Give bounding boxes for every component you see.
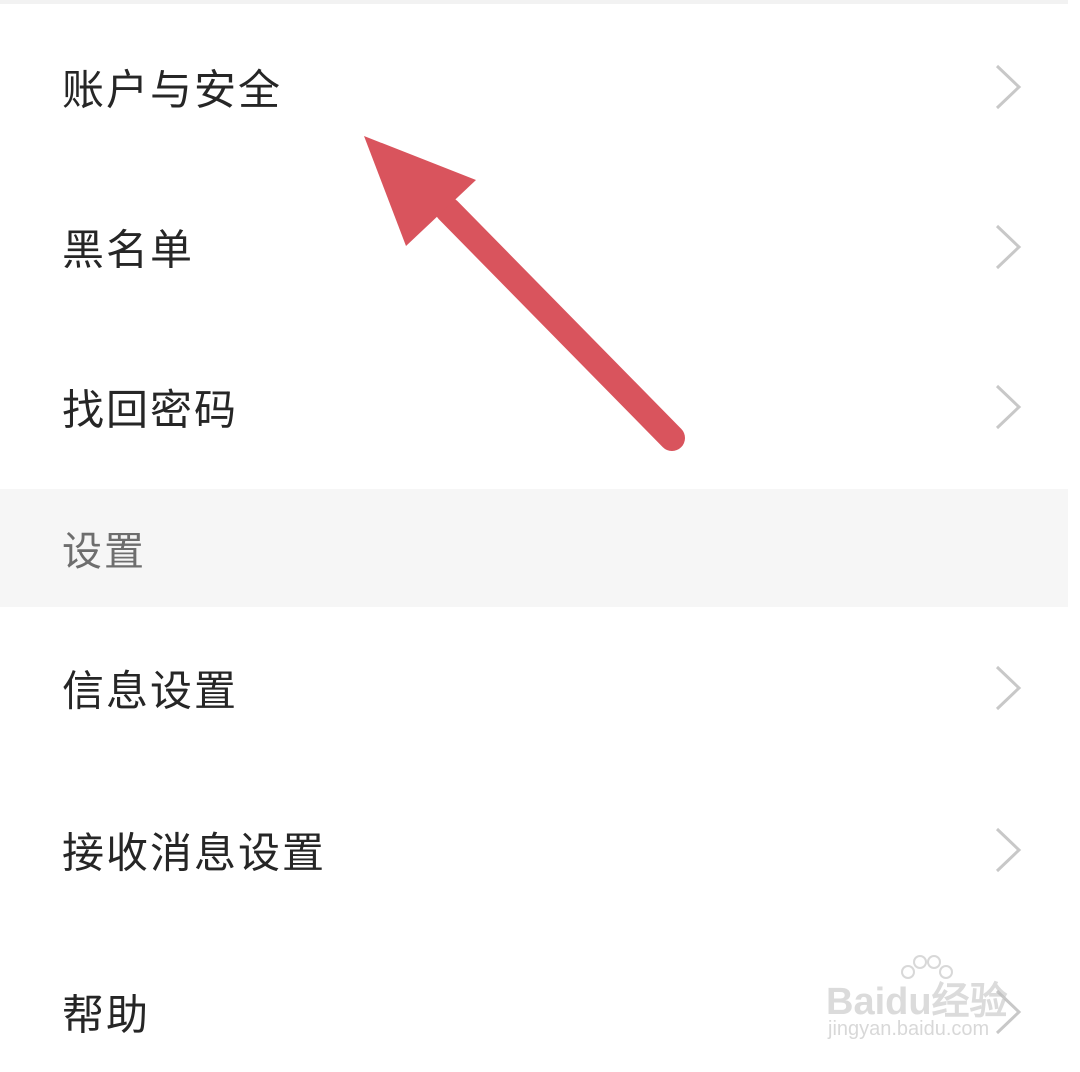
menu-item-info-settings[interactable]: 信息设置: [0, 607, 1060, 769]
chevron-right-icon: [995, 665, 1022, 711]
section-title: 设置: [62, 529, 146, 575]
menu-item-label: 接收消息设置: [62, 828, 327, 878]
menu-item-label: 信息设置: [62, 666, 239, 716]
top-divider: [0, 0, 1080, 4]
chevron-right-icon: [995, 224, 1022, 270]
menu-item-recover-password[interactable]: 找回密码: [0, 326, 1060, 488]
section-header-settings: 设置: [0, 489, 1068, 607]
settings-screen: 账户与安全 黑名单 找回密码 设置 信息设置 接收消息设置 帮助 Baidu经验…: [0, 0, 1080, 1072]
menu-item-blacklist[interactable]: 黑名单: [0, 166, 1060, 328]
chevron-right-icon: [995, 989, 1022, 1035]
menu-item-label: 黑名单: [62, 225, 195, 275]
menu-item-label: 帮助: [62, 990, 151, 1040]
menu-item-account-security[interactable]: 账户与安全: [0, 6, 1060, 168]
chevron-right-icon: [995, 64, 1022, 110]
menu-item-help[interactable]: 帮助: [0, 931, 1060, 1072]
chevron-right-icon: [995, 384, 1022, 430]
menu-item-label: 找回密码: [62, 385, 239, 435]
menu-item-label: 账户与安全: [62, 65, 283, 115]
menu-item-receive-message-settings[interactable]: 接收消息设置: [0, 769, 1060, 931]
right-edge: [1068, 0, 1080, 1072]
chevron-right-icon: [995, 827, 1022, 873]
